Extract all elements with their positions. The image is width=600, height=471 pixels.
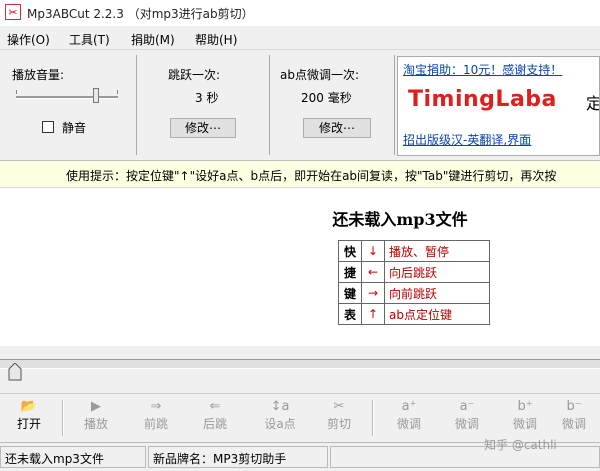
shortcut-label-char: 表 [338, 303, 362, 325]
menu-operate[interactable]: 操作(O) [7, 31, 50, 48]
b-plus-tune-button[interactable]: b⁺ 微调 [499, 398, 551, 438]
shortcut-row: 捷 ← 向后跳跃 [338, 261, 490, 283]
donate-link[interactable]: 淘宝捐助：10元！感谢支持！ [403, 61, 562, 78]
shortcut-desc: 向后跳跃 [384, 261, 490, 283]
shortcut-key: ← [361, 261, 385, 283]
brand-logo[interactable]: TimingLaba [408, 87, 557, 112]
a-plus-tune-button[interactable]: a⁺ 微调 [383, 398, 435, 438]
ad-panel: 淘宝捐助：10元！感谢支持！ TimingLaba 定 招出版级汉-英翻译,界面 [397, 56, 600, 156]
forward-icon: ⇒ [150, 399, 162, 414]
usage-hint: 使用提示：按定位键"↑"设好a点、b点后，即开始在ab间复读，按"Tab"键进行… [66, 169, 557, 183]
play-button[interactable]: ▶ 播放 [70, 398, 122, 438]
volume-label: 播放音量: [12, 68, 65, 82]
shortcut-key: ↓ [361, 240, 385, 262]
app-scissors-icon: ✂ [5, 4, 21, 20]
a-minus-tune-button[interactable]: a⁻ 微调 [441, 398, 493, 438]
b-minus-icon: b⁻ [566, 399, 582, 414]
toolbar: 📂 打开 ▶ 播放 ⇒ 前跳 ⇐ 后跳 ↕a 设a点 ✂ 剪切 a⁺ 微调 a⁻… [0, 393, 600, 442]
tool-label: 微调 [396, 417, 421, 431]
volume-slider-track[interactable] [16, 96, 118, 99]
menu-donate[interactable]: 捐助(M) [131, 31, 175, 48]
watermark: 知乎 @cathli [484, 438, 557, 452]
hint-bar: 使用提示：按定位键"↑"设好a点、b点后，即开始在ab间复读，按"Tab"键进行… [0, 161, 600, 188]
fine-tune-value: 200 毫秒 [301, 91, 352, 105]
volume-slider-thumb[interactable] [93, 88, 99, 103]
shortcut-label-char: 键 [338, 282, 362, 304]
status-panel-empty [330, 446, 600, 468]
fine-tune-label: ab点微调一次: [280, 68, 360, 82]
shortcut-row: 键 → 向前跳跃 [338, 282, 490, 304]
shortcut-label-char: 捷 [338, 261, 362, 283]
tool-label: 前跳 [143, 417, 168, 431]
tool-label: 微调 [454, 417, 479, 431]
shortcut-desc: ab点定位键 [384, 303, 490, 325]
shortcut-label-char: 快 [338, 240, 362, 262]
pro-version-link[interactable]: 招出版级汉-英翻译,界面 [403, 131, 531, 148]
tool-label: 后跳 [202, 417, 227, 431]
mute-checkbox[interactable] [42, 121, 54, 133]
shortcut-desc: 向前跳跃 [384, 282, 490, 304]
tool-label: 设a点 [264, 417, 296, 431]
shortcut-desc: 播放、暂停 [384, 240, 490, 262]
shortcut-row: 快 ↓ 播放、暂停 [338, 240, 490, 262]
b-minus-tune-button[interactable]: b⁻ 微调 [548, 398, 600, 438]
timeline-thumb[interactable] [8, 363, 22, 381]
set-a-point-button[interactable]: ↕a 设a点 [254, 398, 306, 438]
load-status-heading: 还未载入mp3文件 [332, 210, 468, 229]
fine-tune-edit-button[interactable]: 修改⋯ [303, 118, 371, 138]
file-status-panel: 还未载入mp3文件 [0, 446, 146, 468]
main-area: 还未载入mp3文件 快 ↓ 播放、暂停 捷 ← 向后跳跃 键 → 向前跳跃 表 … [0, 188, 600, 346]
brand-suffix: 定 [586, 90, 599, 114]
shortcut-key: → [361, 282, 385, 304]
tool-label: 微调 [561, 417, 586, 431]
jump-edit-button[interactable]: 修改⋯ [170, 118, 236, 138]
menu-bar: 操作(O) 工具(T) 捐助(M) 帮助(H) [0, 27, 600, 50]
set-a-icon: ↕a [270, 399, 290, 414]
menu-tools[interactable]: 工具(T) [69, 31, 110, 48]
product-name-panel: 新品牌名：MP3剪切助手 [148, 446, 328, 468]
open-button[interactable]: 📂 打开 [3, 398, 55, 438]
scissors-icon: ✂ [333, 399, 345, 414]
backward-icon: ⇐ [209, 399, 221, 414]
tool-label: 打开 [16, 417, 41, 431]
play-icon: ▶ [91, 399, 101, 414]
shortcut-key: ↑ [361, 303, 385, 325]
timeline [0, 347, 600, 393]
backward-jump-button[interactable]: ⇐ 后跳 [189, 398, 241, 438]
open-folder-icon: 📂 [20, 399, 38, 414]
a-minus-icon: a⁻ [459, 399, 475, 414]
slider-tick [16, 90, 17, 94]
toolbar-separator [372, 400, 374, 436]
a-plus-icon: a⁺ [401, 399, 417, 414]
toolbar-separator [62, 400, 64, 436]
tool-label: 播放 [83, 417, 108, 431]
window-title: Mp3ABCut 2.2.3 （对mp3进行ab剪切） [27, 7, 254, 21]
mute-label: 静音 [62, 121, 87, 135]
slider-tick [117, 90, 118, 94]
b-plus-icon: b⁺ [517, 399, 533, 414]
forward-jump-button[interactable]: ⇒ 前跳 [130, 398, 182, 438]
timeline-track[interactable] [0, 359, 600, 369]
jump-label: 跳跃一次: [168, 68, 221, 82]
shortcut-row: 表 ↑ ab点定位键 [338, 303, 490, 325]
tool-label: 微调 [512, 417, 537, 431]
cut-button[interactable]: ✂ 剪切 [313, 398, 365, 438]
shortcut-table: 快 ↓ 播放、暂停 捷 ← 向后跳跃 键 → 向前跳跃 表 ↑ ab点定位键 [338, 240, 490, 325]
tool-label: 剪切 [326, 417, 351, 431]
menu-help[interactable]: 帮助(H) [195, 31, 237, 48]
title-bar: ✂ Mp3ABCut 2.2.3 （对mp3进行ab剪切） [0, 0, 600, 26]
jump-value: 3 秒 [195, 91, 219, 105]
